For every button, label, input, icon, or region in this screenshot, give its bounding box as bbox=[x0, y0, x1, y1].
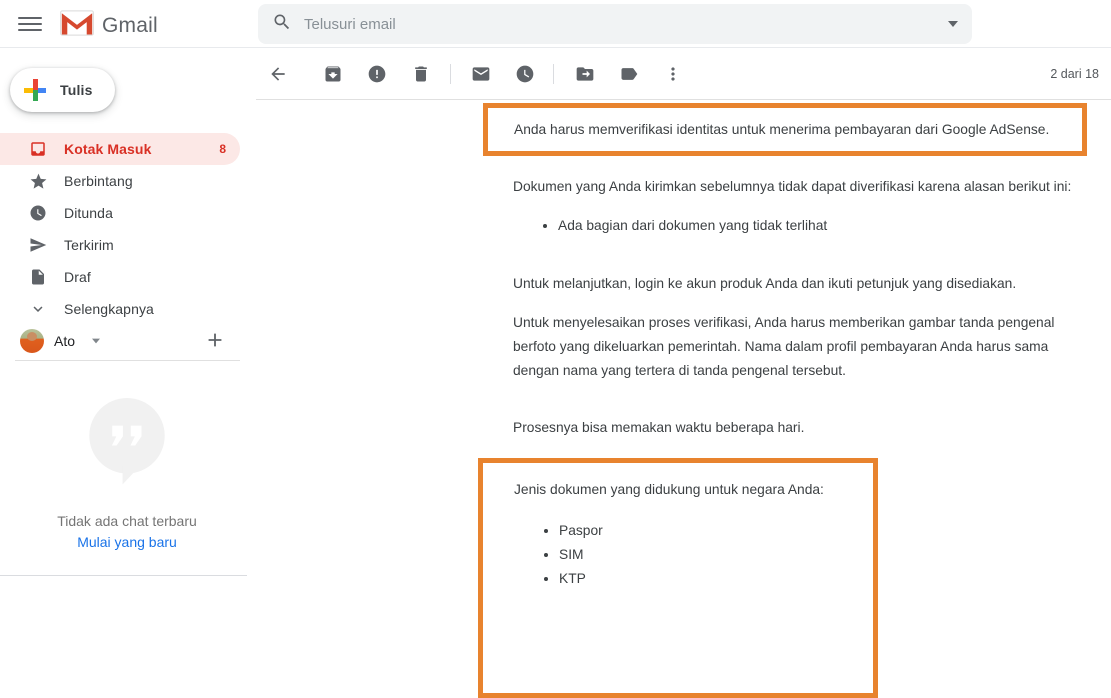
sidebar-item-kotak-masuk[interactable]: Kotak Masuk 8 bbox=[0, 133, 240, 165]
app-header: Gmail bbox=[0, 0, 1111, 48]
sidebar-nav: Kotak Masuk 8 Berbintang Ditunda Terkiri… bbox=[0, 133, 256, 325]
toolbar-divider bbox=[553, 64, 554, 84]
sidebar-item-berbintang[interactable]: Berbintang bbox=[0, 165, 240, 197]
email-list-item: Ada bagian dari dokumen yang tidak terli… bbox=[558, 214, 1073, 238]
chevron-down-icon bbox=[28, 299, 48, 319]
sidebar-item-label: Selengkapnya bbox=[64, 301, 154, 317]
search-input[interactable] bbox=[304, 15, 948, 33]
back-button[interactable] bbox=[258, 54, 298, 94]
draft-icon bbox=[28, 267, 48, 287]
compose-plus-icon bbox=[24, 79, 46, 101]
clock-icon bbox=[28, 203, 48, 223]
search-options-chevron-icon[interactable] bbox=[948, 21, 958, 27]
email-paragraph: Prosesnya bisa memakan waktu beberapa ha… bbox=[513, 420, 805, 435]
sidebar-item-draf[interactable]: Draf bbox=[0, 261, 240, 293]
sidebar-item-ditunda[interactable]: Ditunda bbox=[0, 197, 240, 229]
sidebar-item-label: Kotak Masuk bbox=[64, 141, 152, 157]
sidebar-item-label: Berbintang bbox=[64, 173, 133, 189]
gmail-wordmark: Gmail bbox=[102, 13, 158, 37]
star-icon bbox=[28, 171, 48, 191]
pagination-counter: 2 dari 18 bbox=[1050, 67, 1099, 81]
search-bar[interactable] bbox=[258, 4, 972, 44]
archive-button[interactable] bbox=[313, 54, 353, 94]
highlighted-documents-box: Jenis dokumen yang didukung untuk negara… bbox=[478, 458, 878, 698]
toolbar-divider bbox=[450, 64, 451, 84]
supported-documents-title: Jenis dokumen yang didukung untuk negara… bbox=[514, 482, 824, 497]
email-list-item: KTP bbox=[559, 567, 873, 591]
email-highlight-text: Anda harus memverifikasi identitas untuk… bbox=[514, 122, 1050, 137]
move-to-button[interactable] bbox=[565, 54, 605, 94]
chat-empty-state: Tidak ada chat terbaru Mulai yang baru bbox=[0, 398, 254, 550]
start-new-chat-link[interactable]: Mulai yang baru bbox=[0, 534, 254, 550]
email-paragraph: Dokumen yang Anda kirimkan sebelumnya ti… bbox=[513, 179, 1072, 194]
more-options-button[interactable] bbox=[653, 54, 693, 94]
sidebar-item-label: Ditunda bbox=[64, 205, 113, 221]
send-icon bbox=[28, 235, 48, 255]
sidebar-divider bbox=[15, 360, 240, 361]
profile-chevron-icon[interactable] bbox=[92, 338, 101, 344]
sidebar-item-terkirim[interactable]: Terkirim bbox=[0, 229, 240, 261]
email-list-item: SIM bbox=[559, 543, 873, 567]
chat-empty-text: Tidak ada chat terbaru bbox=[57, 513, 197, 529]
label-button[interactable] bbox=[609, 54, 649, 94]
avatar[interactable] bbox=[20, 329, 44, 353]
profile-name: Ato bbox=[54, 333, 76, 349]
add-contact-icon[interactable] bbox=[204, 329, 228, 353]
sidebar: Tulis Kotak Masuk 8 Berbintang Ditunda T… bbox=[0, 48, 256, 583]
snooze-button[interactable] bbox=[505, 54, 545, 94]
email-bullet-list: Ada bagian dari dokumen yang tidak terli… bbox=[513, 214, 1073, 238]
compose-label: Tulis bbox=[60, 82, 93, 98]
email-paragraph: Untuk melanjutkan, login ke akun produk … bbox=[513, 276, 1017, 291]
gmail-logo[interactable]: Gmail bbox=[60, 10, 158, 41]
email-view: 2 dari 18 Anda harus memverifikasi ident… bbox=[256, 48, 1111, 698]
email-paragraph-line: dengan nama yang tertera di tanda pengen… bbox=[513, 363, 846, 378]
email-paragraph-line: berfoto yang dikeluarkan pemerintah. Nam… bbox=[513, 339, 1049, 354]
email-paragraph-line: Untuk menyelesaikan proses verifikasi, A… bbox=[513, 315, 1055, 330]
unread-count-badge: 8 bbox=[219, 142, 226, 156]
gmail-envelope-icon bbox=[60, 10, 94, 41]
delete-button[interactable] bbox=[401, 54, 441, 94]
hangouts-icon bbox=[89, 398, 165, 491]
sidebar-item-label: Terkirim bbox=[64, 237, 114, 253]
mark-unread-button[interactable] bbox=[461, 54, 501, 94]
email-list-item: Paspor bbox=[559, 519, 873, 543]
sidebar-item-label: Draf bbox=[64, 269, 91, 285]
highlighted-statement-box: Anda harus memverifikasi identitas untuk… bbox=[483, 103, 1087, 156]
inbox-icon bbox=[28, 139, 48, 159]
search-icon[interactable] bbox=[272, 12, 292, 37]
hamburger-menu-icon[interactable] bbox=[18, 13, 42, 35]
sidebar-item-selengkapnya[interactable]: Selengkapnya bbox=[0, 293, 240, 325]
compose-button[interactable]: Tulis bbox=[10, 68, 115, 112]
report-spam-button[interactable] bbox=[357, 54, 397, 94]
email-paragraph: Untuk menyelesaikan proses verifikasi, A… bbox=[513, 311, 1111, 383]
sidebar-bottom-divider bbox=[0, 575, 247, 576]
email-toolbar: 2 dari 18 bbox=[256, 48, 1111, 100]
